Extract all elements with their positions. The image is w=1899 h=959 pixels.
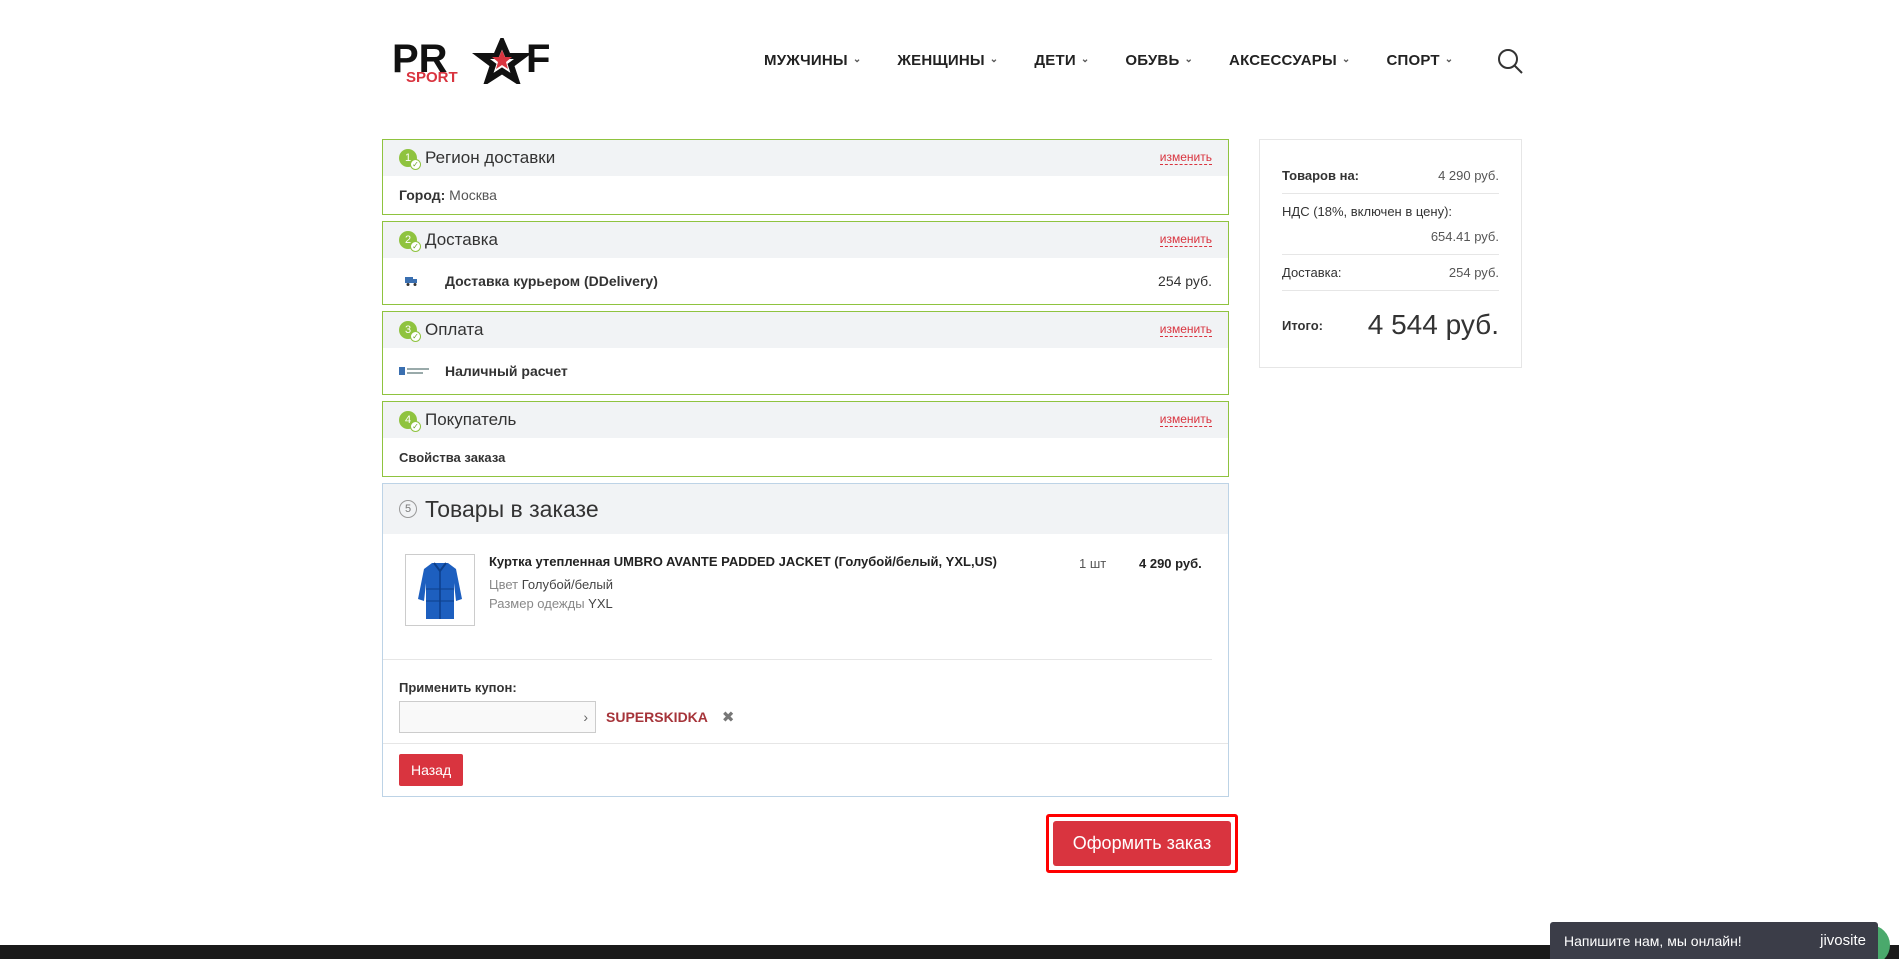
- coupon-area: Применить купон: › SUPERSKIDKA ✖: [383, 660, 1228, 744]
- delivery-price: 254 руб.: [1158, 273, 1212, 289]
- summary-nds: НДС (18%, включен в цену): 654.41 руб.: [1282, 194, 1499, 255]
- check-icon: ✓: [410, 421, 421, 432]
- chevron-right-icon[interactable]: ›: [583, 709, 588, 725]
- chevron-down-icon: ⌄: [1444, 54, 1454, 65]
- search-icon[interactable]: [1496, 47, 1524, 75]
- order-item-row: Куртка утепленная UMBRO AVANTE PADDED JA…: [383, 534, 1212, 660]
- nav-kids[interactable]: ДЕТИ ⌄: [1034, 52, 1089, 69]
- payment-section-header: 3 ✓ Оплата изменить: [383, 312, 1228, 348]
- step-badge: 2 ✓: [399, 231, 421, 252]
- nav-label: СПОРТ: [1386, 52, 1440, 69]
- cash-icon: [399, 365, 435, 377]
- summary-total-value: 4 544 руб.: [1367, 309, 1499, 340]
- summary-delivery: Доставка: 254 руб.: [1282, 255, 1499, 291]
- nav-men[interactable]: МУЖЧИНЫ ⌄: [764, 52, 861, 69]
- check-icon: ✓: [410, 241, 421, 252]
- order-items-title: Товары в заказе: [425, 495, 599, 522]
- product-size: Размер одежды YXL: [489, 596, 613, 611]
- buyer-title: Покупатель: [425, 410, 517, 429]
- nav-shoes[interactable]: ОБУВЬ ⌄: [1125, 52, 1193, 69]
- city-label: Город:: [399, 187, 446, 203]
- chevron-down-icon: ⌄: [1184, 54, 1194, 65]
- check-icon: ✓: [410, 159, 421, 170]
- site-header: PR F SPORT МУЖЧИНЫ ⌄ ЖЕНЩИНЫ ⌄ ДЕТИ ⌄ ОБУВЬ…: [0, 0, 1899, 120]
- summary-nds-value: 654.41 руб.: [1430, 229, 1499, 244]
- delivery-body: Доставка курьером (DDelivery) 254 руб.: [383, 258, 1228, 304]
- nav-label: ОБУВЬ: [1125, 52, 1180, 69]
- product-color: Цвет Голубой/белый: [489, 577, 613, 592]
- delivery-section: 2 ✓ Доставка изменить Доставка курьером (…: [382, 221, 1229, 305]
- region-title: Регион доставки: [425, 148, 556, 167]
- submit-highlight: Оформить заказ: [1046, 814, 1238, 873]
- payment-section: 3 ✓ Оплата изменить Наличный расчет: [382, 311, 1229, 395]
- buyer-body: Свойства заказа: [383, 438, 1228, 476]
- back-area: Назад: [383, 744, 1228, 796]
- summary-total-label: Итого:: [1282, 317, 1323, 333]
- product-price: 4 290 руб.: [1139, 556, 1202, 571]
- remove-coupon-icon[interactable]: ✖: [722, 708, 735, 726]
- svg-text:F: F: [526, 38, 550, 81]
- delivery-section-header: 2 ✓ Доставка изменить: [383, 222, 1228, 258]
- summary-goods: Товаров на: 4 290 руб.: [1282, 158, 1499, 194]
- delivery-title: Доставка: [425, 230, 499, 249]
- truck-icon: [405, 276, 435, 286]
- change-delivery-link[interactable]: изменить: [1159, 233, 1212, 247]
- summary-goods-value: 4 290 руб.: [1438, 168, 1499, 183]
- payment-method: Наличный расчет: [445, 363, 568, 379]
- chevron-down-icon: ⌄: [989, 54, 999, 65]
- main-nav: МУЖЧИНЫ ⌄ ЖЕНЩИНЫ ⌄ ДЕТИ ⌄ ОБУВЬ ⌄ АКСЕССУАР…: [764, 52, 1489, 69]
- check-icon: ✓: [410, 331, 421, 342]
- change-buyer-link[interactable]: изменить: [1159, 413, 1212, 427]
- product-thumbnail[interactable]: [405, 554, 475, 626]
- summary-goods-label: Товаров на:: [1282, 168, 1360, 183]
- city-value: Москва: [449, 187, 497, 203]
- step-badge: 5: [399, 500, 417, 518]
- chat-widget[interactable]: Напишите нам, мы онлайн! jivosite: [1550, 922, 1878, 959]
- step-badge: 1 ✓: [399, 149, 421, 170]
- nav-label: АКСЕССУАРЫ: [1229, 52, 1337, 69]
- order-items-header: 5 Товары в заказе: [383, 484, 1228, 534]
- payment-body: Наличный расчет: [383, 348, 1228, 394]
- chevron-down-icon: ⌄: [1341, 54, 1351, 65]
- applied-coupon-code: SUPERSKIDKA: [606, 709, 708, 725]
- coupon-label: Применить купон:: [399, 680, 517, 695]
- chat-text: Напишите нам, мы онлайн!: [1564, 932, 1742, 949]
- place-order-button[interactable]: Оформить заказ: [1053, 821, 1231, 866]
- change-region-link[interactable]: изменить: [1159, 151, 1212, 165]
- order-summary: Товаров на: 4 290 руб. НДС (18%, включен…: [1259, 139, 1522, 368]
- chevron-down-icon: ⌄: [852, 54, 862, 65]
- nav-label: ДЕТИ: [1034, 52, 1076, 69]
- chevron-down-icon: ⌄: [1080, 54, 1090, 65]
- summary-delivery-value: 254 руб.: [1448, 265, 1499, 280]
- summary-nds-label: НДС (18%, включен в цену):: [1282, 204, 1453, 219]
- region-section-header: 1 ✓ Регион доставки изменить: [383, 140, 1228, 176]
- site-logo[interactable]: PR F SPORT: [392, 34, 570, 88]
- summary-total: Итого: 4 544 руб.: [1282, 291, 1499, 341]
- delivery-method: Доставка курьером (DDelivery): [445, 273, 658, 289]
- step-badge: 4 ✓: [399, 411, 421, 432]
- nav-label: МУЖЧИНЫ: [764, 52, 848, 69]
- coupon-input-wrap: ›: [399, 701, 596, 733]
- back-button[interactable]: Назад: [399, 754, 464, 786]
- nav-accessories[interactable]: АКСЕССУАРЫ ⌄: [1229, 52, 1350, 69]
- order-items-section: 5 Товары в заказе Куртка утепленная UMBR…: [382, 483, 1229, 797]
- nav-sport[interactable]: СПОРТ ⌄: [1386, 52, 1453, 69]
- payment-title: Оплата: [425, 320, 484, 339]
- region-section: 1 ✓ Регион доставки изменить Город: Москв…: [382, 139, 1229, 215]
- chat-brand: jivosite: [1820, 932, 1866, 949]
- coupon-input[interactable]: [400, 702, 595, 732]
- buyer-section: 4 ✓ Покупатель изменить Свойства заказа: [382, 401, 1229, 477]
- summary-delivery-label: Доставка:: [1282, 265, 1342, 280]
- step-badge: 3 ✓: [399, 321, 421, 342]
- buyer-section-header: 4 ✓ Покупатель изменить: [383, 402, 1228, 438]
- checkout-main: 1 ✓ Регион доставки изменить Город: Москв…: [382, 139, 1229, 803]
- change-payment-link[interactable]: изменить: [1159, 323, 1212, 337]
- region-body: Город: Москва: [383, 176, 1228, 214]
- nav-women[interactable]: ЖЕНЩИНЫ ⌄: [897, 52, 998, 69]
- product-qty: 1 шт: [1079, 556, 1107, 571]
- svg-text:SPORT: SPORT: [406, 69, 458, 84]
- nav-label: ЖЕНЩИНЫ: [897, 52, 985, 69]
- order-props-label: Свойства заказа: [399, 449, 506, 465]
